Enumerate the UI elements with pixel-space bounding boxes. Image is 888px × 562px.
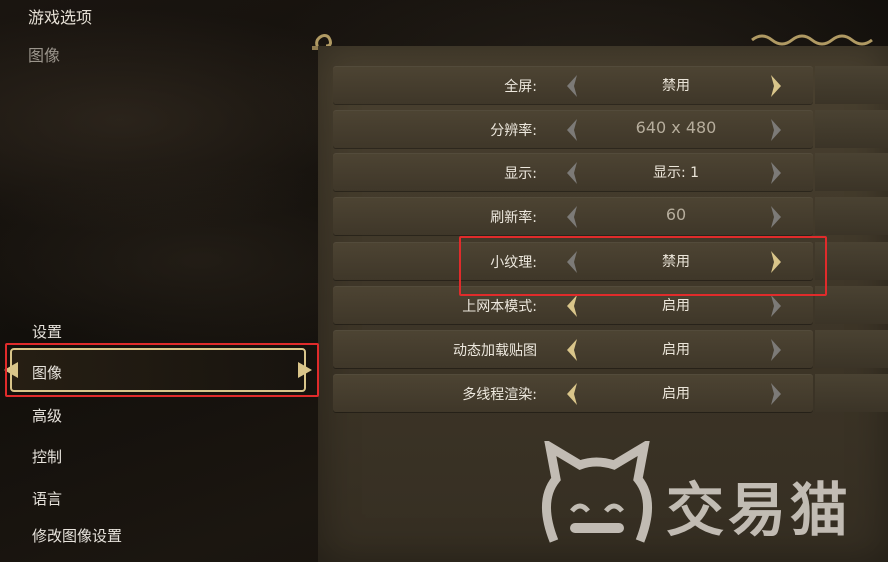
annotation-box-nav	[5, 343, 319, 397]
setting-value: 显示: 1	[652, 165, 700, 181]
arrow-right-icon[interactable]	[769, 338, 783, 362]
arrow-right-icon[interactable]	[769, 382, 783, 406]
arrow-right-icon[interactable]	[769, 74, 783, 98]
setting-row-multithreaded-rendering[interactable]: 多线程渲染: 启用	[333, 374, 813, 412]
setting-label: 动态加载贴图	[453, 343, 537, 359]
arrow-right-icon[interactable]	[769, 205, 783, 229]
setting-row-display[interactable]: 显示: 显示: 1	[333, 153, 813, 191]
setting-value: 60	[665, 205, 687, 224]
setting-value: 启用	[662, 386, 690, 402]
setting-row-extension	[815, 153, 888, 191]
arrow-left-icon[interactable]	[565, 294, 579, 318]
arrow-right-icon[interactable]	[769, 161, 783, 185]
setting-label: 刷新率:	[490, 210, 537, 226]
setting-row-extension	[815, 374, 888, 412]
setting-value: 禁用	[662, 78, 690, 94]
setting-row-extension	[815, 197, 888, 235]
setting-row-fullscreen[interactable]: 全屏: 禁用	[333, 66, 813, 104]
nav-item-settings[interactable]: 设置	[32, 321, 62, 342]
page-title: 游戏选项	[28, 8, 93, 27]
setting-row-extension	[815, 66, 888, 104]
setting-row-refresh-rate[interactable]: 刷新率: 60	[333, 197, 813, 235]
arrow-left-icon[interactable]	[565, 205, 579, 229]
arrow-left-icon[interactable]	[565, 118, 579, 142]
nav-item-modify-graphics[interactable]: 修改图像设置	[32, 525, 122, 546]
setting-row-resolution[interactable]: 分辨率: 640 x 480	[333, 110, 813, 148]
setting-row-dynamic-texture-loading[interactable]: 动态加载贴图 启用	[333, 330, 813, 368]
arrow-left-icon[interactable]	[565, 74, 579, 98]
arrow-right-icon[interactable]	[769, 294, 783, 318]
nav-item-controls[interactable]: 控制	[32, 446, 62, 467]
setting-label: 上网本模式:	[462, 299, 537, 315]
setting-label: 多线程渲染:	[462, 387, 537, 403]
setting-label: 分辨率:	[490, 123, 537, 139]
annotation-box-small-texture	[459, 236, 827, 296]
page-subtitle: 图像	[28, 46, 61, 65]
nav-item-advanced[interactable]: 高级	[32, 405, 62, 426]
setting-value: 启用	[662, 298, 690, 314]
setting-label: 显示:	[504, 166, 537, 182]
arrow-left-icon[interactable]	[565, 161, 579, 185]
setting-value: 640 x 480	[635, 118, 717, 137]
arrow-left-icon[interactable]	[565, 338, 579, 362]
setting-row-extension	[815, 110, 888, 148]
setting-label: 全屏:	[504, 79, 537, 95]
arrow-left-icon[interactable]	[565, 382, 579, 406]
setting-value: 启用	[662, 342, 690, 358]
arrow-right-icon[interactable]	[769, 118, 783, 142]
setting-row-extension	[815, 330, 888, 368]
watermark-text: 交易猫	[666, 476, 853, 544]
nav-item-language[interactable]: 语言	[32, 488, 62, 509]
